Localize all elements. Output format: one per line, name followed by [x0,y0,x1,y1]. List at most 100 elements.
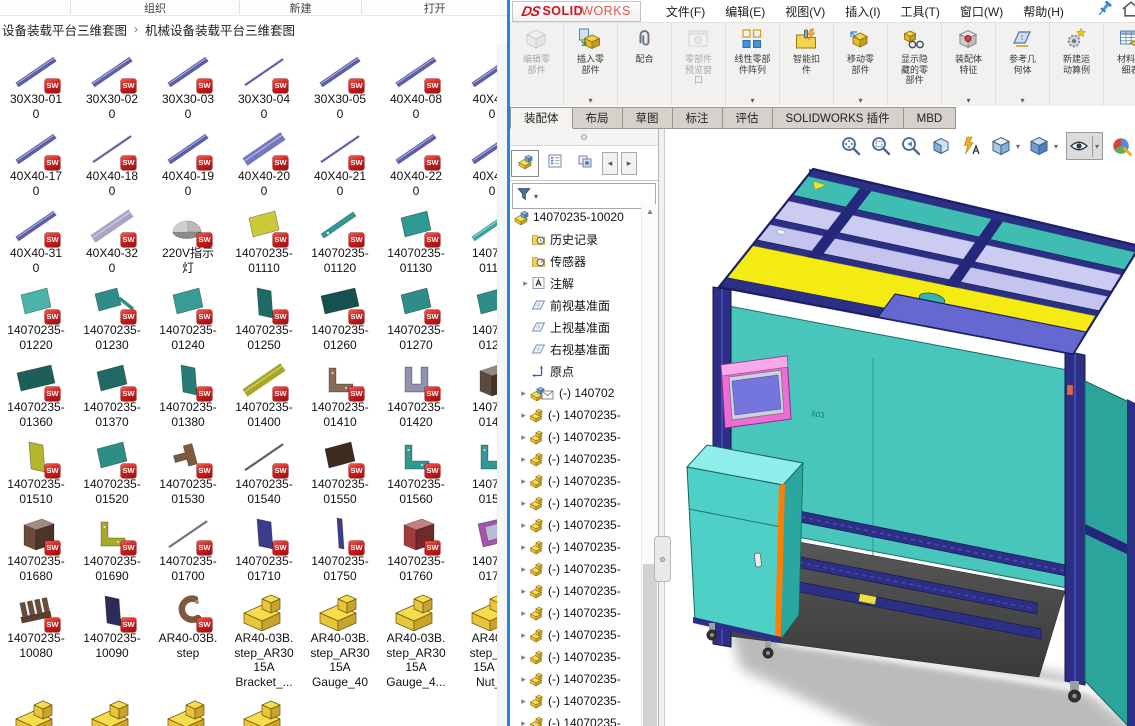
expander-icon[interactable]: ▸ [518,630,529,641]
toolbar-collapse-strip[interactable] [510,129,658,146]
configuration-tab[interactable] [571,150,599,177]
section-view-icon[interactable] [930,135,952,157]
tree-item[interactable]: ▸(-) 14070235- [510,646,642,668]
expander-icon[interactable]: ▸ [520,278,531,289]
command-bar-item-2[interactable]: 新建 [239,0,361,15]
menu-item-7[interactable]: 帮助(H) [1014,1,1073,22]
tree-item[interactable]: ▸(-) 14070235- [510,712,642,726]
tree-item[interactable]: ▸(-) 14070235- [510,668,642,690]
file-item[interactable]: SW14070235-01760 [378,506,454,583]
file-item[interactable]: SW1407020157 [454,429,497,506]
tree-item[interactable]: ▸(-) 14070235- [510,514,642,536]
previous-view-icon[interactable] [900,135,922,157]
expander-icon[interactable]: ▸ [518,696,529,707]
file-item[interactable]: SW14070235-01510 [0,429,74,506]
panel-scroll-left[interactable]: ◂ [602,152,618,175]
file-item[interactable]: SW1407020143 [454,352,497,429]
file-item[interactable]: SW40X40-210 [302,121,378,198]
tree-root[interactable]: 14070235-10020 [510,206,642,228]
file-item[interactable] [150,689,226,726]
file-item[interactable]: SW14070235-01240 [150,275,226,352]
tree-item[interactable]: 历史记录 [510,228,642,250]
file-item[interactable]: SW40X40-170 [0,121,74,198]
tree-item[interactable]: ▸(-) 14070235- [510,624,642,646]
annotation-view-icon[interactable] [960,135,982,157]
file-item[interactable]: SW40X40-190 [150,121,226,198]
file-item[interactable]: AR40-03B.step_AR3015ABracket_... [226,583,302,689]
file-item[interactable]: SW1407020128 [454,275,497,352]
tree-item[interactable]: ▸(-) 140702 [510,382,642,404]
home-icon[interactable] [1120,0,1135,23]
menu-item-6[interactable]: 窗口(W) [951,1,1012,22]
tree-item[interactable]: ▸(-) 14070235- [510,404,642,426]
file-item[interactable]: AR40-0step_AF15A LoNut_4 [454,583,497,689]
zoom-fit-icon[interactable] [840,135,862,157]
expander-icon[interactable]: ▸ [518,542,529,553]
panel-scroll-right[interactable]: ▸ [621,152,637,175]
cm-button-assembly-features[interactable]: 装配体 特征▾ [942,23,996,106]
file-item[interactable]: SW14070235-01550 [302,429,378,506]
tab-标注[interactable]: 标注 [673,107,723,129]
expander-icon[interactable]: ▸ [518,608,529,619]
cm-button-bom[interactable]: 材料明 细表 [1104,23,1135,106]
file-item[interactable]: SW40X40-220 [378,121,454,198]
tree-item[interactable]: ▸(-) 14070235- [510,558,642,580]
file-item[interactable]: SW14070235-01540 [226,429,302,506]
file-item[interactable]: SW14070235-01110 [226,198,302,275]
file-item[interactable]: SW40X40-080 [378,44,454,121]
expander-icon[interactable]: ▸ [518,718,529,726]
breadcrumb-segment-2[interactable]: 机械设备装载平台三维套图 [145,20,295,39]
cm-button-show-hidden[interactable]: 显示隐 藏的零 部件 [888,23,942,106]
tree-scrollbar[interactable]: ▲ [641,204,658,726]
file-item[interactable]: SW14070235-01560 [378,429,454,506]
file-item[interactable]: SW14070235-01750 [302,506,378,583]
menu-item-1[interactable]: 文件(F) [657,1,714,22]
file-item[interactable]: SW14070235-01700 [150,506,226,583]
pin-icon[interactable] [1094,0,1114,23]
expander-icon[interactable]: ▸ [518,564,529,575]
file-item[interactable] [0,689,74,726]
file-item[interactable]: SW1407020177 [454,506,497,583]
hide-show-items-button[interactable]: ▾ [1066,132,1103,160]
solidworks-logo[interactable]: DS SOLIDWORKS [512,1,641,22]
command-bar-item-1[interactable]: 组织 [71,0,238,15]
display-style-icon[interactable] [1028,135,1050,157]
file-item[interactable]: SW30X30-010 [0,44,74,121]
file-item[interactable] [226,689,302,726]
cm-button-smart-fasteners[interactable]: 智能扣 件 [780,23,834,106]
file-item[interactable]: SW14070235-01410 [302,352,378,429]
file-item[interactable]: SW14070235-01380 [150,352,226,429]
tree-item[interactable]: ▸(-) 14070235- [510,690,642,712]
breadcrumb-segment-1[interactable]: 设备装载平台三维套图 [2,20,127,39]
dropdown-caret-icon[interactable]: ▾ [1054,142,1058,151]
3d-model-machine[interactable]: 603 [665,129,1135,726]
file-item[interactable]: SW14070235-10080 [0,583,74,689]
file-item[interactable]: SW40X40-180 [74,121,150,198]
tree-item[interactable]: 右视基准面 [510,338,642,360]
file-item[interactable]: SW14070235-01370 [74,352,150,429]
file-item[interactable]: AR40-03B.step_AR3015AGauge_4... [378,583,454,689]
dropdown-caret-icon[interactable]: ▾ [1092,136,1101,157]
file-item[interactable]: SW14070235-01520 [74,429,150,506]
file-item[interactable]: SWAR40-03B.step [150,583,226,689]
file-item[interactable]: SW14070235-01260 [302,275,378,352]
file-item[interactable]: SW40X40-310 [0,198,74,275]
file-item[interactable]: SW30X30-050 [302,44,378,121]
file-item[interactable]: SW14070235-01270 [378,275,454,352]
dropdown-caret-icon[interactable]: ▾ [1016,142,1020,151]
tree-item[interactable]: ▸(-) 14070235- [510,470,642,492]
tree-item[interactable]: ▸(-) 14070235- [510,448,642,470]
tree-item[interactable]: 前视基准面 [510,294,642,316]
zoom-area-icon[interactable] [870,135,892,157]
file-item[interactable]: SW30X30-040 [226,44,302,121]
tree-item[interactable]: 传感器 [510,250,642,272]
tree-item[interactable]: ▸注解 [510,272,642,294]
tree-item[interactable]: ▸(-) 14070235- [510,602,642,624]
file-item[interactable]: SW40X40-200 [226,121,302,198]
file-item[interactable]: SW14070235-01710 [226,506,302,583]
file-item[interactable]: SW14070235-01690 [74,506,150,583]
file-item[interactable]: SW14070235-10090 [74,583,150,689]
menu-item-5[interactable]: 工具(T) [892,1,949,22]
file-item[interactable]: AR40-03B.step_AR3015AGauge_40 [302,583,378,689]
expander-icon[interactable]: ▸ [518,410,529,421]
